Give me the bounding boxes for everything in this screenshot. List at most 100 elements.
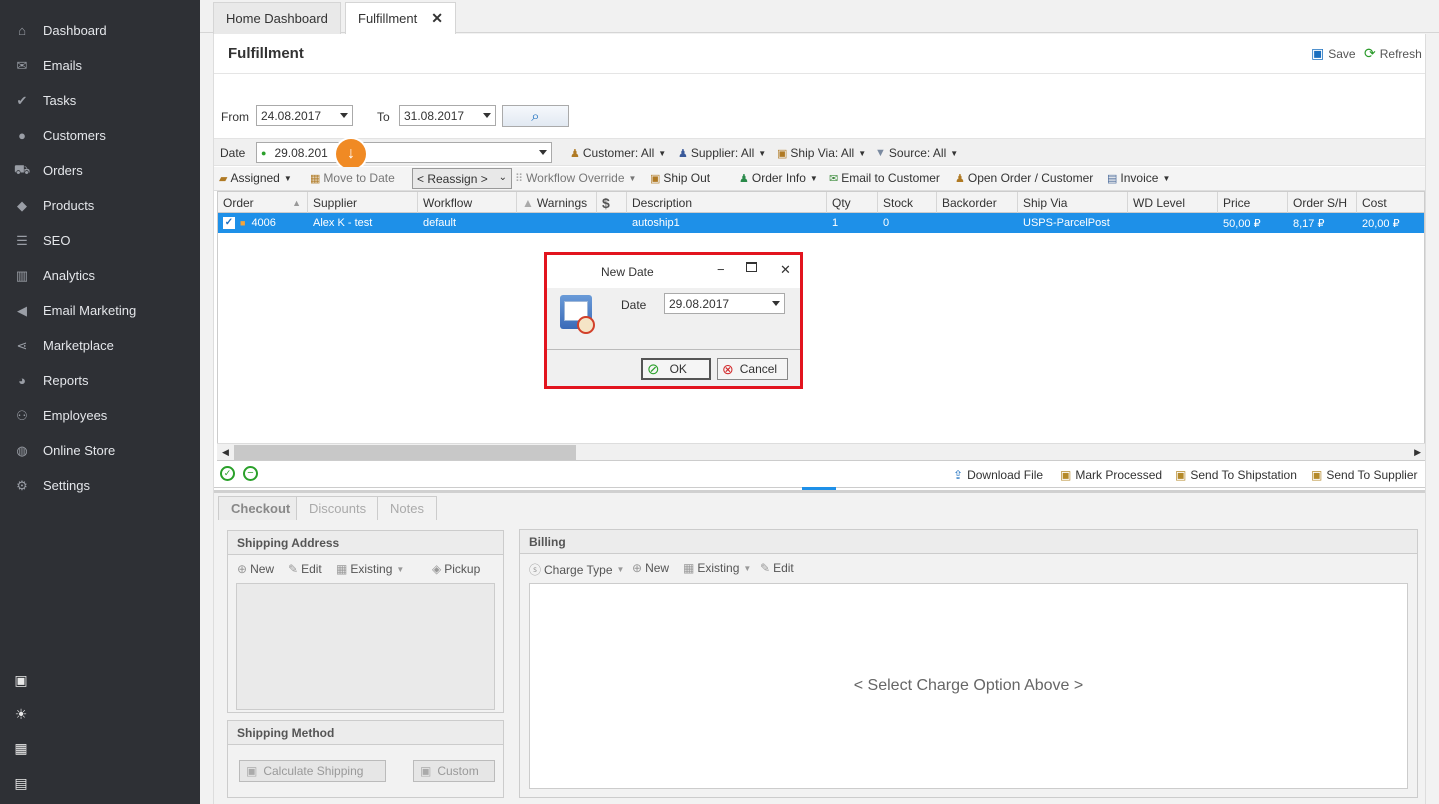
address-new-button[interactable]: ⊕ New [237, 562, 274, 576]
invoice-button[interactable]: ▤ Invoice ▼ [1107, 171, 1170, 185]
save-button[interactable]: ▣ Save [1311, 45, 1356, 62]
tab-discounts[interactable]: Discounts [296, 496, 380, 520]
col-order[interactable]: Order ▲ [218, 192, 308, 213]
ship-out-button[interactable]: ▣ Ship Out [650, 171, 710, 185]
dialog-date-select[interactable]: 29.08.2017 [664, 293, 785, 314]
cell-stock: 0 [883, 217, 890, 229]
sidebar-item-tasks[interactable]: ✔ Tasks [0, 83, 200, 118]
shipping-address-title: Shipping Address [228, 531, 503, 555]
cancel-button[interactable]: ⊗ Cancel [717, 358, 788, 380]
col-ship-via[interactable]: Ship Via [1018, 192, 1128, 213]
sidebar-item-reports[interactable]: ◕ Reports [0, 363, 200, 398]
sidebar-item-products[interactable]: ◆ Products [0, 188, 200, 223]
col-order-sh[interactable]: Order S/H [1288, 192, 1357, 213]
assigned-button[interactable]: ▰ Assigned ▼ [219, 171, 292, 185]
sidebar-item-dashboard[interactable]: ⌂ Dashboard [0, 13, 200, 48]
scrollbar-thumb[interactable] [234, 445, 576, 460]
sidebar-item-emails[interactable]: ✉ Emails [0, 48, 200, 83]
open-order-customer-button[interactable]: ♟ Open Order / Customer [955, 171, 1093, 185]
sidebar-item-employees[interactable]: ⚇ Employees [0, 398, 200, 433]
mark-processed-button[interactable]: ▣ Mark Processed [1060, 468, 1162, 482]
from-date-select[interactable]: 24.08.2017 [256, 105, 353, 126]
address-existing-button[interactable]: ▦ Existing ▼ [336, 562, 404, 576]
row-checkbox[interactable]: ✓ ■ 4006 [218, 213, 276, 233]
workflow-override-button[interactable]: ⠿ Workflow Override ▼ [515, 171, 636, 185]
download-file-button[interactable]: ⇪ Download File [953, 468, 1043, 482]
tab-home-dashboard[interactable]: Home Dashboard [213, 2, 341, 34]
col-description[interactable]: Description [627, 192, 827, 213]
col-label: WD Level [1133, 195, 1186, 210]
to-date-select[interactable]: 31.08.2017 [399, 105, 496, 126]
address-pickup-button[interactable]: ◈ Pickup [432, 562, 480, 576]
billing-new-button[interactable]: ⊕ New [632, 561, 669, 575]
table-row[interactable]: ✓ ■ 4006 Alex K - test default autoship1 1… [218, 213, 1424, 233]
sidebar-item-email-marketing[interactable]: ◀ Email Marketing [0, 293, 200, 328]
download-arrow-icon[interactable]: ↓ [336, 139, 366, 169]
sidebar-item-seo[interactable]: ☰ SEO [0, 223, 200, 258]
close-icon[interactable]: ✕ [780, 262, 791, 278]
custom-shipping-button[interactable]: ▣ Custom [413, 760, 495, 782]
supplier-filter[interactable]: ♟ Supplier: All ▼ [678, 146, 766, 160]
date-select[interactable]: ● 29.08.201 [256, 142, 552, 163]
tab-notes[interactable]: Notes [377, 496, 437, 520]
calendar-icon[interactable]: ▤ [12, 774, 30, 792]
scroll-right-icon[interactable]: ▶ [1414, 447, 1421, 458]
maximize-icon[interactable] [746, 262, 757, 272]
tab-fulfillment[interactable]: Fulfillment ✕ [345, 2, 456, 34]
col-label: Price [1223, 195, 1251, 210]
sidebar-item-label: Settings [43, 478, 90, 493]
minimize-icon[interactable]: − [717, 262, 725, 277]
billing-edit-button[interactable]: ✎ Edit [760, 561, 794, 575]
ship-via-filter[interactable]: ▣ Ship Via: All ▼ [777, 146, 866, 160]
send-shipstation-button[interactable]: ▣ Send To Shipstation [1175, 468, 1297, 482]
calculator-icon[interactable]: ▦ [12, 739, 30, 757]
scroll-left-icon[interactable]: ◀ [222, 447, 229, 458]
sidebar-item-customers[interactable]: ● Customers [0, 118, 200, 153]
check-all-icon[interactable]: ✓ [220, 466, 235, 481]
address-edit-button[interactable]: ✎ Edit [288, 562, 322, 576]
col-supplier[interactable]: Supplier [308, 192, 418, 213]
order-info-button[interactable]: ♟ Order Info ▼ [739, 171, 818, 185]
sidebar-item-marketplace[interactable]: ⋖ Marketplace [0, 328, 200, 363]
col-cost[interactable]: Cost [1357, 192, 1424, 213]
cell-ship-via: USPS-ParcelPost [1023, 217, 1110, 229]
sidebar-item-online-store[interactable]: ◍ Online Store [0, 433, 200, 468]
col-backorder[interactable]: Backorder [937, 192, 1018, 213]
source-filter[interactable]: ▼ Source: All ▼ [875, 146, 958, 160]
box-icon: ▣ [650, 172, 661, 185]
reassign-select[interactable]: < Reassign > ⌄ [412, 168, 512, 189]
box-icon: ▣ [777, 147, 788, 160]
send-supplier-button[interactable]: ▣ Send To Supplier [1311, 468, 1418, 482]
col-qty[interactable]: Qty [827, 192, 878, 213]
sidebar-item-analytics[interactable]: ▥ Analytics [0, 258, 200, 293]
existing-label: Existing [697, 561, 740, 575]
col-price[interactable]: Price [1218, 192, 1288, 213]
col-workflow[interactable]: Workflow [418, 192, 517, 213]
close-icon[interactable]: ✕ [431, 10, 443, 27]
uncheck-all-icon[interactable]: − [243, 466, 258, 481]
move-to-date-button[interactable]: ▦ Move to Date [310, 171, 395, 185]
filter-bar: Date ● 29.08.201 ↓ ♟ Customer: All ▼ ♟ Supp… [214, 138, 1425, 169]
col-wd-level[interactable]: WD Level [1128, 192, 1218, 213]
calculate-shipping-button[interactable]: ▣ Calculate Shipping [239, 760, 386, 782]
col-stock[interactable]: Stock [878, 192, 937, 213]
billing-existing-button[interactable]: ▦ Existing ▼ [683, 561, 751, 575]
col-warnings[interactable]: ▲ Warnings [517, 192, 597, 213]
col-dollar[interactable]: $ [597, 192, 627, 213]
email-customer-button[interactable]: ✉ Email to Customer [829, 171, 940, 185]
horizontal-scrollbar[interactable]: ◀ ▶ [217, 443, 1425, 460]
ok-button[interactable]: ⊘ OK [641, 358, 711, 380]
refresh-button[interactable]: ⟳ Refresh [1364, 45, 1422, 62]
calendar-move-icon: ▦ [310, 172, 321, 185]
lightbulb-icon[interactable]: ☀ [12, 705, 30, 723]
customer-filter[interactable]: ♟ Customer: All ▼ [570, 146, 666, 160]
upload-icon: ⇪ [953, 468, 964, 482]
search-button[interactable]: ⌕ [502, 105, 569, 127]
sidebar-item-settings[interactable]: ⚙ Settings [0, 468, 200, 503]
windows-icon[interactable]: ▣ [12, 671, 30, 689]
sidebar-item-orders[interactable]: ⛟ Orders [0, 153, 200, 188]
dialog-divider [547, 349, 800, 350]
tab-checkout[interactable]: Checkout [218, 496, 304, 520]
charge-type-button[interactable]: ⓢ Charge Type ▼ [529, 561, 624, 578]
check-circle-icon: ⊘ [647, 361, 660, 378]
